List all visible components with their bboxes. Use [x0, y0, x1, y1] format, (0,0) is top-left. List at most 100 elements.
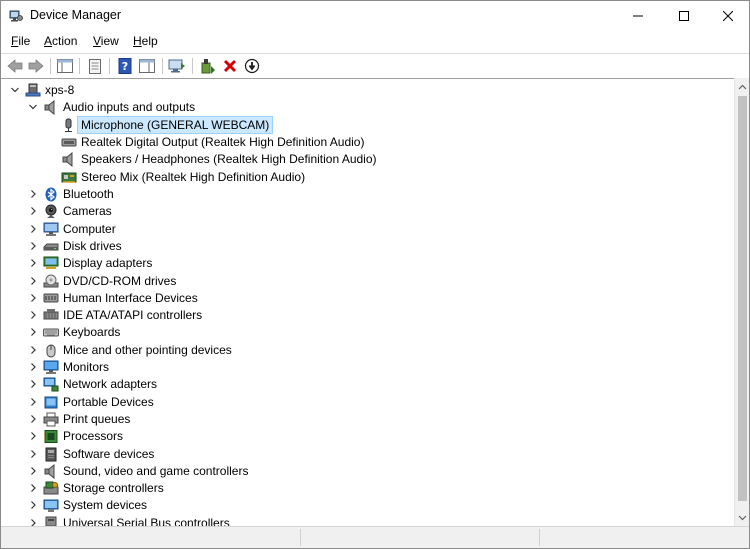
uninstall-x-icon [223, 59, 237, 73]
menu-view[interactable]: View [93, 34, 119, 48]
chevron-right-icon[interactable] [28, 448, 38, 460]
network-adapter-icon [43, 377, 59, 392]
uninstall-device-button[interactable] [220, 56, 240, 76]
chevron-right-icon[interactable] [28, 430, 38, 442]
tree-category-computer[interactable]: Computer [1, 221, 734, 238]
toolbar-separator [162, 58, 163, 74]
menu-file[interactable]: File [11, 34, 30, 48]
chevron-right-icon[interactable] [28, 378, 38, 390]
chevron-right-icon[interactable] [28, 361, 38, 373]
disk-drive-icon [43, 239, 59, 254]
tree-category-label: IDE ATA/ATAPI controllers [63, 308, 203, 322]
tree-device-microphone[interactable]: Microphone (GENERAL WEBCAM) [1, 116, 734, 134]
title-bar[interactable]: Device Manager [1, 1, 749, 31]
tree-category-keyboards[interactable]: Keyboards [1, 324, 734, 341]
maximize-button[interactable] [661, 1, 707, 31]
minimize-button[interactable] [615, 1, 661, 31]
chevron-right-icon[interactable] [28, 188, 38, 200]
tree-category-label: Universal Serial Bus controllers [63, 516, 230, 526]
tree-category-label: Disk drives [63, 239, 122, 253]
tree-category-audio[interactable]: Audio inputs and outputs [1, 99, 734, 116]
properties-button[interactable] [85, 56, 105, 76]
tree-category-mice-and-other-pointing-devices[interactable]: Mice and other pointing devices [1, 342, 734, 359]
tree-category-cameras[interactable]: Cameras [1, 203, 734, 220]
show-hide-console-tree-button[interactable] [55, 56, 75, 76]
hid-icon [43, 291, 59, 306]
chevron-right-icon[interactable] [28, 413, 38, 425]
svg-text:?: ? [122, 60, 128, 73]
chevron-right-icon[interactable] [28, 309, 38, 321]
tree-category-software-devices[interactable]: Software devices [1, 446, 734, 463]
update-driver-button[interactable] [198, 56, 218, 76]
vertical-scrollbar[interactable] [734, 78, 749, 526]
device-manager-icon [9, 9, 23, 23]
tree-category-label: Human Interface Devices [63, 291, 198, 305]
chevron-right-icon[interactable] [28, 396, 38, 408]
tree-device-speakers[interactable]: Speakers / Headphones (Realtek High Defi… [1, 151, 734, 168]
scroll-thumb[interactable] [738, 96, 747, 501]
tree-device-label: Speakers / Headphones (Realtek High Defi… [81, 152, 377, 166]
chevron-up-icon [738, 84, 747, 89]
tree-category-processors[interactable]: Processors [1, 428, 734, 445]
tree-category-bluetooth[interactable]: Bluetooth [1, 186, 734, 203]
update-driver-icon [201, 59, 215, 74]
tree-category-print-queues[interactable]: Print queues [1, 411, 734, 428]
tree-category-label: Sound, video and game controllers [63, 464, 249, 478]
chevron-right-icon[interactable] [28, 205, 38, 217]
tree-category-universal-serial-bus-controllers[interactable]: Universal Serial Bus controllers [1, 515, 734, 526]
chevron-right-icon[interactable] [28, 257, 38, 269]
help-book-icon: ? [118, 58, 132, 74]
sound-card-icon [61, 170, 77, 185]
menu-help[interactable]: Help [133, 34, 158, 48]
tree-category-ide-ata-atapi-controllers[interactable]: IDE ATA/ATAPI controllers [1, 307, 734, 324]
console-tree-icon [57, 59, 73, 73]
help-button[interactable]: ? [115, 56, 135, 76]
tree-category-sound-video-and-game-controllers[interactable]: Sound, video and game controllers [1, 463, 734, 480]
chevron-down-icon[interactable] [28, 101, 38, 113]
tree-category-portable-devices[interactable]: Portable Devices [1, 394, 734, 411]
chevron-right-icon[interactable] [28, 465, 38, 477]
chevron-right-icon[interactable] [28, 292, 38, 304]
back-button[interactable] [5, 56, 25, 76]
tree-category-storage-controllers[interactable]: Storage controllers [1, 480, 734, 497]
tree-device-stereo-mix[interactable]: Stereo Mix (Realtek High Definition Audi… [1, 169, 734, 186]
close-button[interactable] [705, 1, 749, 31]
scan-for-hardware-changes-button[interactable] [167, 56, 187, 76]
tree-category-display-adapters[interactable]: Display adapters [1, 255, 734, 272]
computer-icon [25, 83, 41, 98]
tree-category-disk-drives[interactable]: Disk drives [1, 238, 734, 255]
chevron-right-icon[interactable] [28, 482, 38, 494]
tree-category-human-interface-devices[interactable]: Human Interface Devices [1, 290, 734, 307]
tree-category-label: Software devices [63, 447, 155, 461]
disable-device-button[interactable] [242, 56, 262, 76]
tree-category-network-adapters[interactable]: Network adapters [1, 376, 734, 393]
menu-action[interactable]: Action [44, 34, 77, 48]
tree-category-label: Print queues [63, 412, 131, 426]
tree-root-node[interactable]: xps-8 [1, 82, 734, 99]
chevron-down-icon[interactable] [10, 84, 20, 96]
system-device-icon [43, 498, 59, 513]
device-manager-window: Device Manager File Action View Help ? x… [0, 0, 750, 549]
scroll-down-button[interactable] [735, 509, 749, 526]
chevron-right-icon[interactable] [28, 275, 38, 287]
status-panel [300, 529, 301, 546]
chevron-right-icon[interactable] [28, 326, 38, 338]
display-adapter-icon [43, 256, 59, 271]
chevron-right-icon[interactable] [28, 223, 38, 235]
scroll-up-button[interactable] [735, 78, 749, 95]
tree-category-system-devices[interactable]: System devices [1, 497, 734, 514]
tree-device-label: Stereo Mix (Realtek High Definition Audi… [81, 170, 306, 184]
action-pane-button[interactable] [137, 56, 157, 76]
tree-category-label: Network adapters [63, 377, 158, 391]
chevron-right-icon[interactable] [28, 344, 38, 356]
portable-device-icon [43, 395, 59, 410]
device-tree[interactable]: xps-8 Audio inputs and outputs Microphon… [1, 78, 734, 526]
tree-category-monitors[interactable]: Monitors [1, 359, 734, 376]
forward-button[interactable] [26, 56, 46, 76]
speaker-icon [43, 99, 59, 116]
tree-category-dvd-cd-rom-drives[interactable]: DVD/CD-ROM drives [1, 273, 734, 290]
chevron-right-icon[interactable] [28, 517, 38, 526]
chevron-right-icon[interactable] [28, 499, 38, 511]
tree-device-digital-output[interactable]: Realtek Digital Output (Realtek High Def… [1, 134, 734, 151]
chevron-right-icon[interactable] [28, 240, 38, 252]
